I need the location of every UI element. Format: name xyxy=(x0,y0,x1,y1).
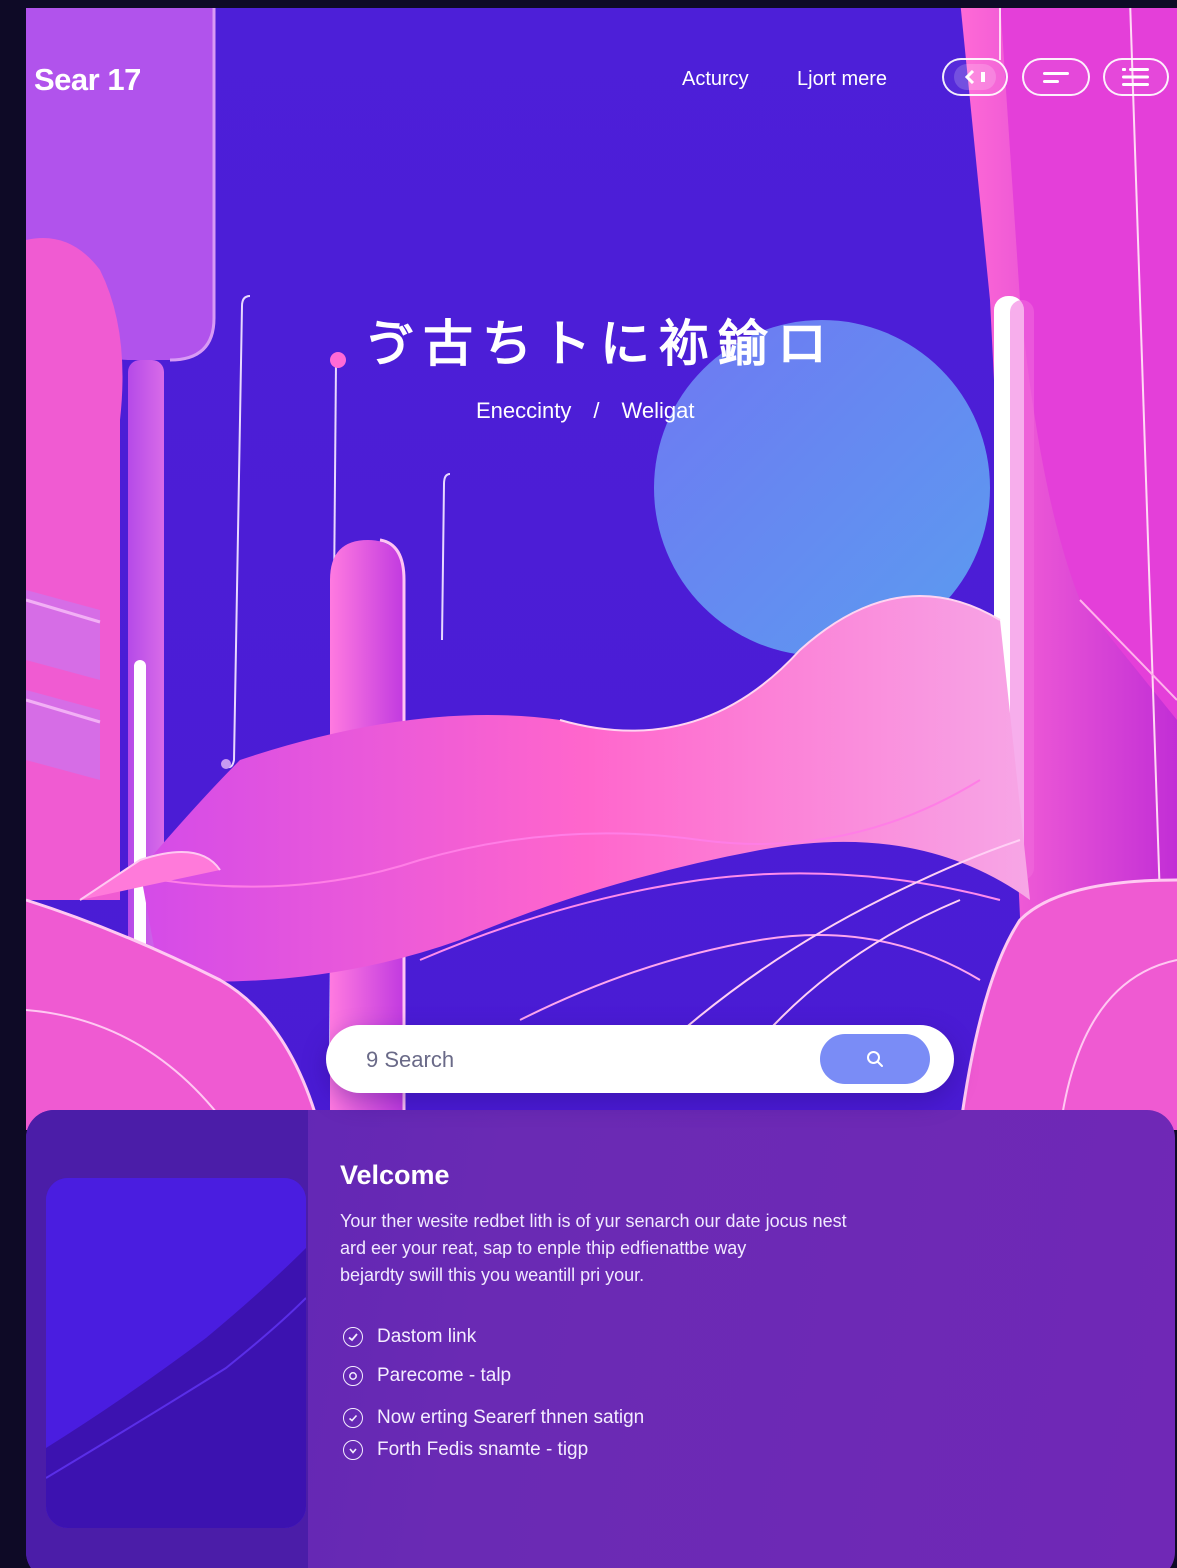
feature-item-forth-fedis[interactable]: Forth Fedis snamte - tigp xyxy=(343,1437,644,1463)
search-button[interactable] xyxy=(820,1034,930,1084)
breadcrumb: Eneccinty / Weligat xyxy=(476,398,694,424)
left-border xyxy=(0,0,26,1568)
welcome-heading: Velcome xyxy=(340,1160,450,1190)
breadcrumb-item-eneccinty[interactable]: Eneccinty xyxy=(476,398,571,423)
feature-item-parecome[interactable]: Parecome - talp xyxy=(343,1363,644,1389)
feature-list: Dastom link Parecome - talp Now erting S… xyxy=(343,1324,644,1463)
search-input[interactable] xyxy=(366,1043,786,1077)
welcome-description: Your ther wesite redbet lith is of yur s… xyxy=(340,1208,980,1289)
thumbnail-image xyxy=(46,1178,306,1528)
feature-label: Forth Fedis snamte - tigp xyxy=(377,1439,589,1460)
page: Sear 17 Acturcy Ljort mere ゔ古ちトに袮鍮ロ Enec… xyxy=(0,0,1177,1568)
search-icon xyxy=(867,1051,883,1067)
feature-label: Dastom link xyxy=(377,1326,477,1347)
breadcrumb-item-weligat[interactable]: Weligat xyxy=(622,398,695,423)
hero-illustration xyxy=(0,0,1177,1130)
welcome-line: bejardty swill this you weantill pri you… xyxy=(340,1265,645,1285)
menu-lines-icon xyxy=(1043,71,1069,83)
check-circle-icon xyxy=(343,1440,363,1460)
check-circle-icon xyxy=(343,1366,363,1386)
feature-label: Now erting Searerf thnen satign xyxy=(377,1407,645,1428)
feature-item-now-erting[interactable]: Now erting Searerf thnen satign xyxy=(343,1405,644,1431)
nav-link-ljort-mere[interactable]: Ljort mere xyxy=(797,68,887,91)
breadcrumb-separator: / xyxy=(593,398,600,423)
welcome-line: ard eer your reat, sap to enple thip edf… xyxy=(340,1238,747,1258)
back-toggle-button[interactable] xyxy=(942,58,1008,96)
nav-link-acturcy[interactable]: Acturcy xyxy=(682,68,749,91)
check-circle-icon xyxy=(343,1408,363,1428)
welcome-line: Your ther wesite redbet lith is of yur s… xyxy=(340,1211,847,1231)
hero-title: ゔ古ちトに袮鍮ロ xyxy=(364,315,836,373)
chevron-left-icon xyxy=(954,64,996,90)
check-circle-icon xyxy=(343,1327,363,1347)
menu-button[interactable] xyxy=(1022,58,1090,96)
feature-item-dastom-link[interactable]: Dastom link xyxy=(343,1324,644,1350)
brand-logo[interactable]: Sear 17 xyxy=(34,62,141,98)
search-bar xyxy=(326,1025,954,1093)
list-icon xyxy=(1122,68,1149,86)
feature-label: Parecome - talp xyxy=(377,1365,512,1386)
top-border xyxy=(0,0,1177,8)
list-button[interactable] xyxy=(1103,58,1169,96)
